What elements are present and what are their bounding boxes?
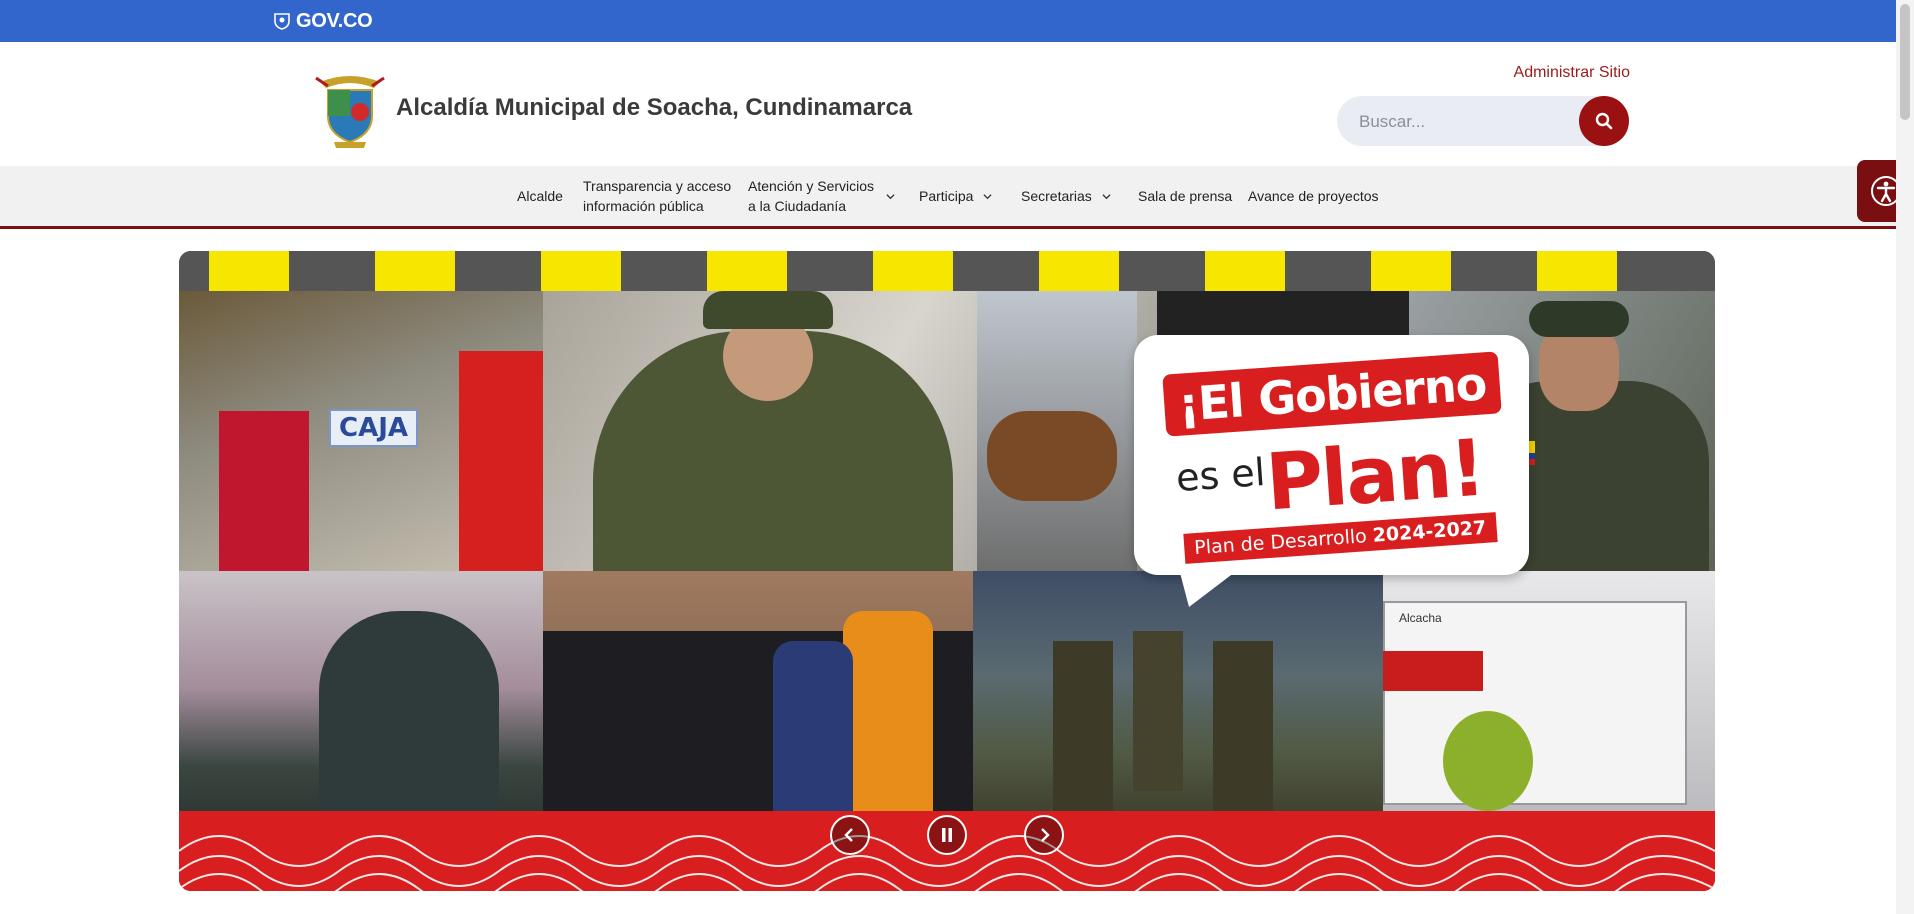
nav-item-label: Atención y Servicios a la Ciudadanía (748, 176, 874, 216)
banner-top-stripes (179, 251, 1715, 291)
chevron-down-icon (1102, 193, 1111, 199)
search-input[interactable] (1357, 96, 1561, 148)
soldier-1 (1053, 641, 1113, 811)
photo-mounted-police (977, 291, 1137, 571)
chevron-right-icon (1041, 828, 1050, 842)
nav-label-line1: Atención y Servicios (748, 178, 875, 194)
nav-item-avance-proyectos[interactable]: Avance de proyectos (1248, 166, 1379, 226)
suit-person (773, 641, 853, 831)
scrollbar-thumb[interactable] (1900, 4, 1910, 120)
soldier-2 (1133, 631, 1183, 791)
search-icon (1595, 112, 1613, 130)
plan-years: 2024-2027 (1371, 516, 1487, 547)
photo-cashier: CAJA (179, 291, 543, 571)
search-button[interactable] (1579, 96, 1629, 146)
photo-ambulance: Alcacha (1383, 571, 1715, 831)
caja-sign: CAJA (329, 409, 418, 447)
horse (987, 411, 1117, 501)
main-nav: Alcalde Transparencia y acceso informaci… (0, 166, 1896, 229)
chevron-left-icon (844, 828, 853, 842)
cap (703, 291, 833, 329)
gov-co-text: GOV.CO (296, 9, 373, 32)
carousel-pause-button[interactable] (927, 815, 967, 855)
soacha-coat-of-arms-logo[interactable] (314, 68, 386, 148)
nav-item-label: Avance de proyectos (1248, 188, 1379, 204)
red-jacket-person (219, 411, 309, 571)
admin-site-link[interactable]: Administrar Sitio (1514, 64, 1630, 82)
soldier-helmet (319, 611, 499, 831)
photo-students-group (543, 571, 973, 831)
nav-item-secretarias[interactable]: Secretarias (1021, 166, 1111, 226)
chevron-down-icon (983, 193, 993, 199)
nav-label-line2: información pública (583, 198, 704, 214)
nav-item-label: Sala de prensa (1138, 188, 1233, 204)
nav-item-alcalde[interactable]: Alcalde (517, 166, 563, 226)
headline-plan: Plan! (1263, 423, 1487, 529)
nav-item-transparencia[interactable]: Transparencia y acceso información públi… (583, 166, 731, 226)
chevron-down-icon (886, 193, 895, 199)
page-scrollbar[interactable] (1896, 0, 1914, 914)
soldier-3 (1213, 641, 1273, 811)
van-red-band (1383, 651, 1483, 691)
gov-co-bar: GOV.CO (0, 0, 1896, 42)
yellow-cap-person (459, 351, 543, 571)
plan-card-speech-tail (1179, 569, 1239, 607)
nav-label-line1: Transparencia y acceso (583, 178, 732, 194)
plan-prefix: Plan de Desarrollo (1193, 525, 1368, 560)
pause-icon (942, 828, 952, 842)
plan-desarrollo-card: ¡El Gobierno es el Plan! Plan de Desarro… (1134, 335, 1529, 575)
hero-carousel: CAJA Alcacha ¡El Gobierno es el Plan! Pl… (179, 251, 1715, 891)
nav-item-label: Alcalde (517, 188, 563, 204)
colombia-shield-icon (274, 13, 290, 30)
photo-soldier-dusk (179, 571, 543, 831)
beret (1529, 301, 1629, 337)
van-body (1383, 601, 1687, 805)
site-header: Alcaldía Municipal de Soacha, Cundinamar… (0, 42, 1896, 166)
search-box (1337, 96, 1629, 148)
nav-item-label: Secretarias (1021, 188, 1092, 204)
nav-label-line2: a la Ciudadanía (748, 198, 847, 214)
gov-co-logo[interactable]: GOV.CO (272, 7, 373, 35)
carousel-next-button[interactable] (1024, 815, 1064, 855)
headline-es-el: es el (1174, 449, 1267, 501)
nav-item-label: Participa (919, 188, 974, 204)
orange-vest-person (843, 611, 933, 811)
site-title[interactable]: Alcaldía Municipal de Soacha, Cundinamar… (396, 94, 912, 122)
nav-item-atencion[interactable]: Atención y Servicios a la Ciudadanía (748, 166, 895, 226)
carousel-prev-button[interactable] (830, 815, 870, 855)
nav-item-label: Transparencia y acceso información públi… (583, 176, 731, 216)
headline-gobierno: ¡El Gobierno (1162, 351, 1503, 437)
nav-item-participa[interactable]: Participa (919, 166, 993, 226)
nav-item-sala-de-prensa[interactable]: Sala de prensa (1138, 166, 1232, 226)
plant (1443, 711, 1533, 811)
van-label: Alcacha (1399, 611, 1442, 625)
photo-patrol-night (973, 571, 1383, 831)
